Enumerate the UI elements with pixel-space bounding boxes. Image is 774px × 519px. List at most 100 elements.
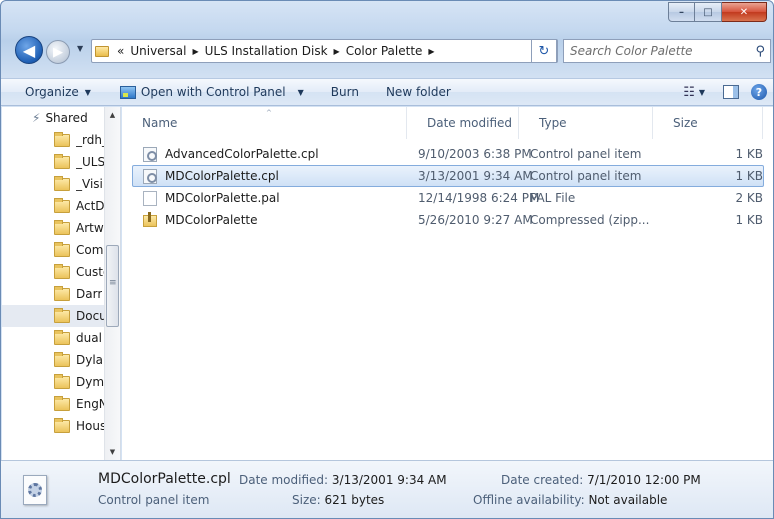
nav-item-folder-selected[interactable]: Docu [2, 305, 106, 327]
file-name: MDColorPalette.cpl [165, 169, 279, 183]
nav-item-folder[interactable]: dual [2, 327, 106, 349]
date-created-label: Date created: [501, 473, 584, 487]
nav-item-label: Shared [45, 111, 88, 125]
view-dropdown-icon[interactable]: ▼ [699, 88, 715, 97]
nav-item-folder[interactable]: Darr [2, 283, 106, 305]
help-icon[interactable]: ? [751, 84, 767, 100]
nav-item-label: Artw [76, 221, 104, 235]
maximize-button[interactable]: □ [695, 2, 722, 22]
folder-icon [54, 263, 70, 279]
file-row[interactable]: AdvancedColorPalette.cpl 9/10/2003 6:38 … [132, 143, 764, 165]
refresh-button[interactable]: ↻ [531, 39, 557, 63]
refresh-icon: ↻ [538, 43, 550, 59]
preview-pane-icon[interactable] [723, 85, 739, 99]
nav-item-folder[interactable]: _ULS [2, 151, 106, 173]
address-bar[interactable]: « Universal ▶ ULS Installation Disk ▶ Co… [91, 39, 558, 63]
organize-menu[interactable]: Organize ▼ [1, 79, 100, 105]
breadcrumb-color-palette[interactable]: Color Palette [343, 44, 426, 58]
column-header-size[interactable]: Size [653, 107, 763, 139]
scrollbar-thumb[interactable] [106, 245, 119, 327]
folder-icon [54, 131, 70, 147]
offline-availability-value: Not available [588, 493, 668, 507]
breadcrumb-separator-icon[interactable]: ▶ [331, 47, 343, 56]
folder-icon [95, 45, 109, 57]
recent-pages-dropdown[interactable]: ▼ [77, 44, 83, 53]
breadcrumb-uls-installation-disk[interactable]: ULS Installation Disk [202, 44, 331, 58]
column-header-date-modified[interactable]: Date modified [407, 107, 519, 139]
back-button[interactable]: ◀ [15, 36, 43, 64]
control-panel-icon [143, 169, 157, 184]
open-with-control-panel-button[interactable]: Open with Control Panel ▼ [100, 79, 313, 105]
file-list: Name ^ Date modified Type Size AdvancedC… [122, 107, 773, 460]
file-size: 1 KB [735, 213, 763, 227]
search-input[interactable] [564, 44, 744, 58]
breadcrumb-universal[interactable]: Universal [127, 44, 189, 58]
nav-pane-scrollbar[interactable]: ▲ ▼ [104, 107, 120, 460]
minimize-button[interactable]: – [668, 2, 695, 22]
folder-icon [54, 219, 70, 235]
folder-icon [54, 285, 70, 301]
file-name: MDColorPalette.pal [165, 191, 280, 205]
nav-item-folder[interactable]: Hous [2, 415, 106, 437]
burn-label: Burn [330, 85, 359, 99]
nav-item-folder[interactable]: Com [2, 239, 106, 261]
nav-item-label: Com [76, 243, 104, 257]
nav-item-label: _Visi [76, 177, 103, 191]
search-box[interactable]: ⚲ [563, 39, 771, 63]
toolbar-right: ☷ ▼ ? [679, 79, 773, 105]
burn-button[interactable]: Burn [313, 79, 368, 105]
details-file-type: Control panel item [98, 493, 210, 507]
nav-item-folder[interactable]: Dym [2, 371, 106, 393]
nav-item-folder[interactable]: Custo [2, 261, 106, 283]
close-button[interactable]: ✕ [722, 2, 767, 22]
nav-item-folder[interactable]: _rdh_ [2, 129, 106, 151]
navigation-row: ◀ ▶ ▼ « Universal ▶ ULS Installation Dis… [1, 32, 773, 64]
control-panel-icon [143, 147, 157, 162]
file-date-modified: 12/14/1998 6:24 PM [418, 191, 540, 205]
folder-icon [54, 417, 70, 433]
breadcrumb-separator-icon[interactable]: ▶ [425, 47, 437, 56]
dropdown-arrow-icon: ▼ [84, 87, 91, 97]
scroll-down-icon[interactable]: ▼ [105, 444, 120, 460]
file-date-modified: 5/26/2010 9:27 AM [418, 213, 533, 227]
nav-item-label: dual [76, 331, 102, 345]
nav-item-label: EngN [76, 397, 106, 411]
change-view-icon[interactable]: ☷ [679, 85, 699, 100]
nav-item-folder[interactable]: _Visi [2, 173, 106, 195]
nav-item-label: Custo [76, 265, 106, 279]
file-size: 1 KB [735, 169, 763, 183]
nav-item-folder[interactable]: ActD [2, 195, 106, 217]
search-icon[interactable]: ⚲ [755, 44, 765, 59]
details-size: Size: 621 bytes [292, 493, 384, 507]
file-row[interactable]: MDColorPalette.pal 12/14/1998 6:24 PM PA… [132, 187, 764, 209]
column-header-type[interactable]: Type [519, 107, 653, 139]
nav-item-label: Darr [76, 287, 103, 301]
details-offline-availability: Offline availability: Not available [473, 493, 667, 507]
forward-button[interactable]: ▶ [46, 40, 70, 64]
breadcrumb-separator-icon[interactable]: ▶ [189, 47, 201, 56]
nav-item-folder[interactable]: Artw [2, 217, 106, 239]
file-size: 2 KB [735, 191, 763, 205]
file-row-selected[interactable]: MDColorPalette.cpl 3/13/2001 9:34 AM Con… [132, 165, 764, 187]
breadcrumb-overflow[interactable]: « [114, 44, 127, 58]
nav-item-folder[interactable]: Dyla [2, 349, 106, 371]
nav-item-label: Docu [76, 309, 106, 323]
control-panel-icon [119, 85, 136, 99]
navigation-pane: ⚡ Shared _rdh_ _ULS _Visi ActD Artw Com [2, 107, 121, 460]
nav-item-folder[interactable]: EngN [2, 393, 106, 415]
column-header-name[interactable]: Name [122, 107, 407, 139]
new-folder-button[interactable]: New folder [368, 79, 460, 105]
date-created-value: 7/1/2010 12:00 PM [587, 473, 701, 487]
nav-item-label: Dym [76, 375, 105, 389]
folder-icon [54, 373, 70, 389]
nav-item-label: Hous [76, 419, 106, 433]
nav-item-label: Dyla [76, 353, 104, 367]
column-headers: Name ^ Date modified Type Size [122, 107, 773, 139]
folder-icon [54, 307, 70, 323]
nav-item-shared[interactable]: ⚡ Shared [2, 107, 106, 129]
forward-arrow-icon: ▶ [53, 44, 63, 60]
file-row[interactable]: MDColorPalette 5/26/2010 9:27 AM Compres… [132, 209, 764, 231]
document-icon [143, 191, 157, 206]
back-arrow-icon: ◀ [22, 40, 36, 60]
scroll-up-icon[interactable]: ▲ [105, 107, 120, 123]
